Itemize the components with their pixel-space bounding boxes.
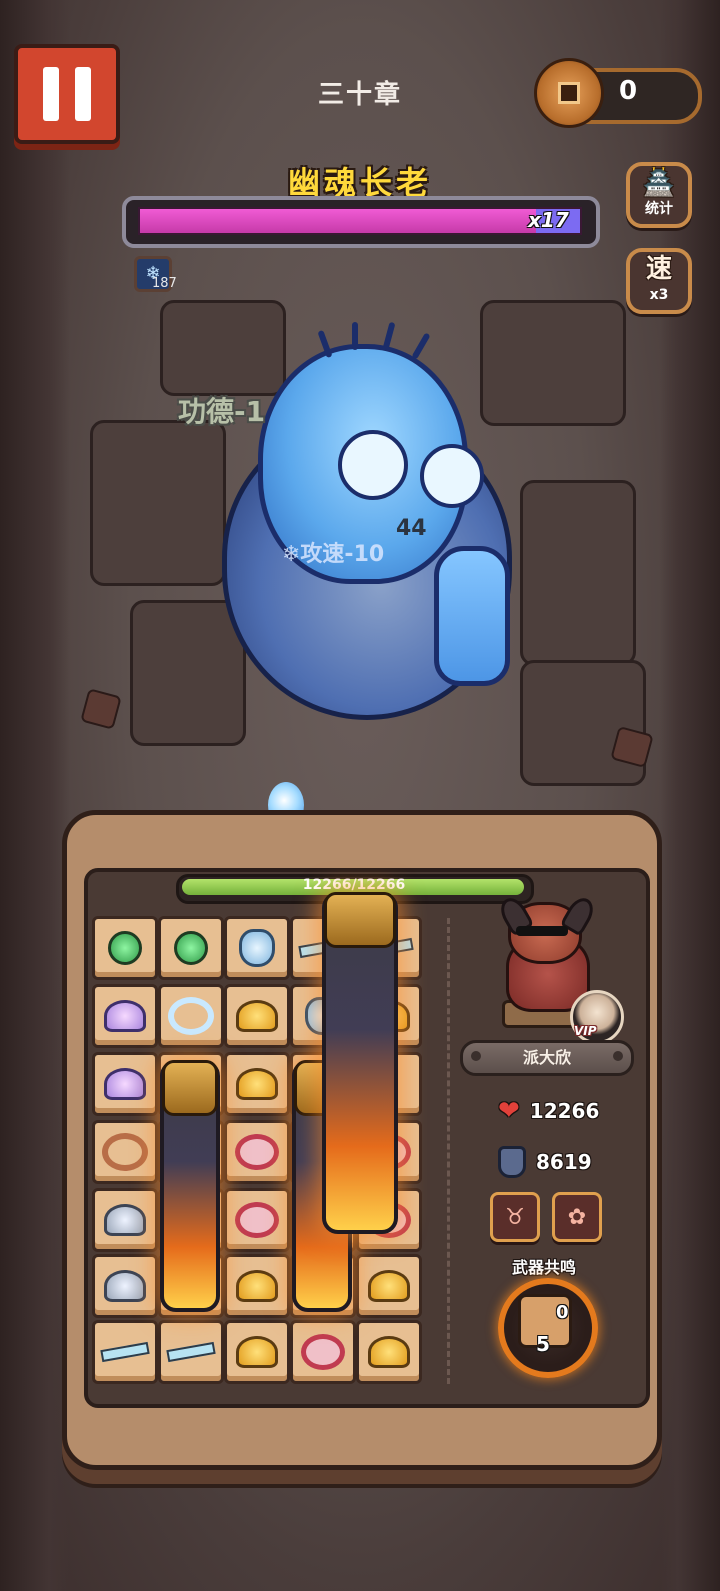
treasure-jar-icon [239,929,275,967]
frost-stack-count: 187 [152,276,177,291]
sword-icon [166,1341,216,1363]
spirit-skill-icon: ✿ [567,1204,587,1230]
vip-badge: VIP [574,1024,597,1038]
player-name-plate: 派大欣 [460,1040,634,1076]
sword-icon [100,1341,150,1363]
shield-icon [498,1146,526,1178]
stats-icon: 🏯 [642,168,676,198]
item-slot[interactable] [224,1254,290,1318]
item-slot[interactable] [224,1320,290,1384]
item-slot[interactable] [92,1120,158,1184]
ring-icon [168,997,214,1035]
golden-lotus-icon [236,1336,278,1368]
player-defense-value: 8619 [536,1150,592,1174]
coin-icon [534,58,604,128]
item-slot[interactable] [224,1052,290,1116]
item-slot[interactable] [92,1188,158,1252]
golden-lotus-icon [236,1270,278,1302]
floating-debuff-text: ❄攻速-10 [282,542,385,567]
item-slot[interactable] [290,1320,356,1384]
fire-ring-icon [235,1134,279,1170]
lotus-icon [104,1000,146,1032]
speed-multiplier: x3 [649,287,669,303]
boss-hp-fill [138,207,582,235]
floating-damage-number: 44 [396,516,427,541]
cave-rock [480,300,626,426]
jade-scepter-icon [108,931,142,965]
item-slot[interactable] [356,1254,422,1318]
coin-value: 0 [618,76,638,106]
flame-pillar-weapon[interactable] [160,1060,220,1312]
boss-eye [338,430,408,500]
speed-glyph: 速 [645,254,672,284]
flame-pillar-weapon[interactable] [322,892,398,1234]
cave-rock [520,660,646,786]
golden-lotus-icon [236,1000,278,1032]
item-slot[interactable] [158,1320,224,1384]
jade-scepter-icon [174,931,208,965]
cave-rock [90,420,226,586]
cave-rock [160,300,286,396]
item-slot[interactable] [356,1320,422,1384]
resonance-count: 5 [536,1332,550,1356]
player-hp-text: 12266/12266 [302,877,406,893]
cave-rock [130,600,246,746]
weapon-resonance-title: 武器共鸣 [511,1258,576,1277]
fire-ring-icon [301,1334,345,1370]
skill-button-spirit[interactable]: ✿ [552,1192,602,1242]
boss-eye [420,444,484,508]
silver-lotus-icon [104,1270,146,1302]
player-defense-stat: 8619 [498,1146,592,1178]
golden-lotus-icon [368,1336,410,1368]
skill-button-bull[interactable]: ♉ [490,1192,540,1242]
item-slot[interactable] [224,1120,290,1184]
item-slot[interactable] [158,984,224,1048]
lotus-lamp-icon [104,1068,146,1100]
speed-button[interactable]: 速 x3 [626,248,692,314]
item-slot[interactable] [92,984,158,1048]
item-slot[interactable] [158,916,224,980]
item-slot[interactable] [92,1320,158,1384]
bracelet-icon [102,1133,148,1171]
item-slot[interactable] [92,1254,158,1318]
floating-merit-text: 功德-1 [178,395,266,428]
resonance-level: 0 [556,1302,569,1323]
silver-lotus-icon [104,1204,146,1236]
heart-icon: ❤ [498,1096,520,1126]
boss-hp-multiplier: x17 [528,208,569,232]
item-slot[interactable] [224,916,290,980]
boss-hand [434,546,510,686]
golden-lotus-icon [236,1068,278,1100]
item-slot[interactable] [92,916,158,980]
boss-spike [352,322,358,350]
player-name: 派大欣 [522,1048,571,1067]
cave-rock [520,480,636,666]
stats-label: 统计 [645,201,673,217]
stats-button[interactable]: 🏯 统计 [626,162,692,228]
item-slot[interactable] [224,1188,290,1252]
bull-skill-icon: ♉ [505,1204,525,1230]
fire-ring-icon [235,1202,279,1238]
player-hp-value: 12266 [529,1099,600,1123]
player-hp-stat: ❤ 12266 [498,1096,599,1126]
panel-divider [447,918,450,1384]
item-slot[interactable] [224,984,290,1048]
item-slot[interactable] [92,1052,158,1116]
golden-lotus-icon [368,1270,410,1302]
